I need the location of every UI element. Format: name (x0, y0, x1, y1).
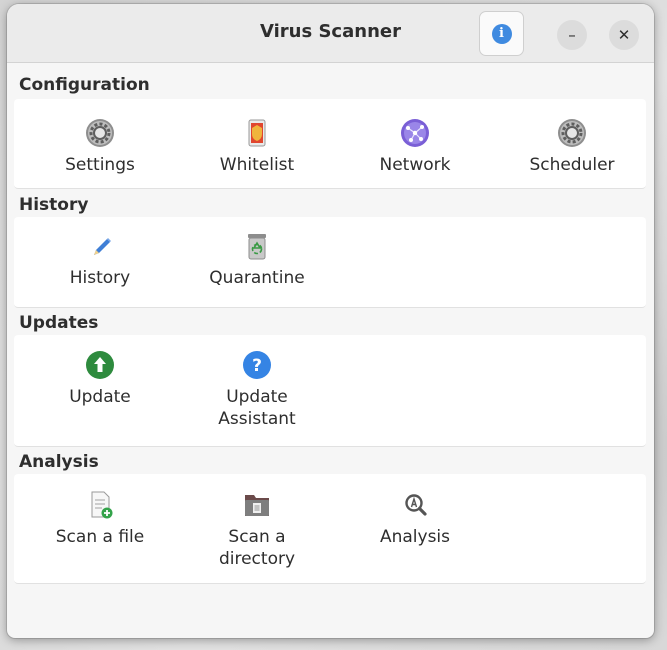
minimize-button[interactable]: – (557, 20, 587, 50)
updates-panel: Update ? Update Assistant (14, 335, 646, 447)
recycle-bin-icon (242, 231, 272, 261)
about-button[interactable]: i (479, 11, 524, 56)
scheduler-button[interactable]: Scheduler (502, 118, 642, 176)
shield-list-icon (242, 118, 272, 148)
virus-scanner-window: Virus Scanner i – ✕ Configuration Settin… (7, 4, 654, 638)
up-arrow-icon (85, 350, 115, 380)
new-file-icon (85, 490, 115, 520)
scan-file-button[interactable]: Scan a file (30, 490, 170, 548)
history-button[interactable]: History (30, 231, 170, 289)
header-bar: Virus Scanner i – ✕ (7, 4, 654, 63)
analysis-panel: Scan a file Scan a directory Analysis (14, 474, 646, 584)
network-globe-icon (400, 118, 430, 148)
pencil-icon (85, 231, 115, 261)
section-title-analysis: Analysis (19, 452, 99, 472)
whitelist-label: Whitelist (219, 155, 295, 175)
info-icon: i (491, 23, 512, 44)
section-title-configuration: Configuration (19, 75, 150, 95)
help-icon: ? (242, 350, 272, 380)
settings-button[interactable]: Settings (30, 118, 170, 176)
history-label: History (69, 268, 131, 288)
update-assistant-label-line1: Update (226, 387, 288, 407)
update-assistant-label-line2: Assistant (218, 409, 296, 429)
scan-file-label: Scan a file (55, 527, 145, 547)
gear-icon (557, 118, 587, 148)
network-label: Network (379, 155, 451, 175)
quarantine-label: Quarantine (209, 268, 305, 288)
network-button[interactable]: Network (345, 118, 485, 176)
scan-directory-button[interactable]: Scan a directory (187, 490, 327, 570)
update-button[interactable]: Update (30, 350, 170, 408)
analysis-label: Analysis (379, 527, 451, 547)
section-title-updates: Updates (19, 313, 99, 333)
analysis-button[interactable]: Analysis (345, 490, 485, 548)
section-title-history: History (19, 195, 89, 215)
quarantine-button[interactable]: Quarantine (187, 231, 327, 289)
update-label: Update (69, 387, 131, 407)
scheduler-label: Scheduler (529, 155, 615, 175)
update-assistant-button[interactable]: ? Update Assistant (187, 350, 327, 430)
whitelist-button[interactable]: Whitelist (187, 118, 327, 176)
configuration-panel: Settings Whitelist Network Scheduler (14, 99, 646, 189)
history-panel: History Quarantine (14, 217, 646, 308)
close-button[interactable]: ✕ (609, 20, 639, 50)
settings-label: Settings (65, 155, 135, 175)
magnifier-icon (400, 490, 430, 520)
scan-directory-label-line1: Scan a (228, 527, 286, 547)
folder-icon (242, 490, 272, 520)
scan-directory-label-line2: directory (218, 549, 296, 569)
svg-text:?: ? (252, 356, 262, 376)
gear-icon (85, 118, 115, 148)
